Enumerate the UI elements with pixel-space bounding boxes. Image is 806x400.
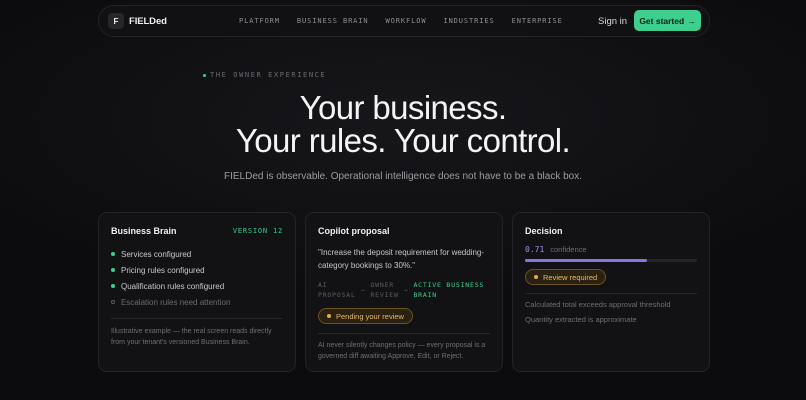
confidence-bar — [525, 259, 697, 262]
badge-label: Pending your review — [336, 311, 404, 321]
list-item-label: Escalation rules need attention — [121, 297, 231, 307]
flow-step-active-brain: ACTIVE BUSINESS BRAIN — [413, 281, 485, 299]
logo-mark: F — [108, 13, 124, 29]
confidence-value: 0.71 — [525, 245, 545, 254]
headline-line-2: Your rules. Your control. — [235, 122, 571, 159]
status-dot-icon — [111, 284, 115, 288]
nav-link-enterprise[interactable]: ENTERPRISE — [512, 17, 563, 25]
config-checklist: Services configured Pricing rules config… — [111, 246, 283, 310]
card-footnote: AI never silently changes policy — every… — [318, 342, 486, 360]
divider — [111, 318, 283, 319]
status-dot-icon — [327, 314, 331, 318]
section-eyebrow: THE OWNER EXPERIENCE — [203, 71, 326, 79]
status-dot-icon — [111, 268, 115, 272]
card-footnote: Illustrative example — the real screen r… — [111, 328, 272, 346]
nav-link-business-brain[interactable]: BUSINESS BRAIN — [297, 17, 369, 25]
get-started-label: Get started — [639, 15, 685, 26]
confidence-readout: 0.71 confidence — [525, 245, 697, 254]
decision-note: Calculated total exceeds approval thresh… — [525, 300, 671, 309]
nav-link-platform[interactable]: PLATFORM — [239, 17, 280, 25]
copilot-proposal-card: Copilot proposal "Increase the deposit r… — [305, 212, 503, 372]
arrow-right-icon: → — [403, 286, 409, 294]
get-started-button[interactable]: Get started → — [634, 10, 701, 31]
nav-link-industries[interactable]: INDUSTRIES — [443, 17, 494, 25]
divider — [525, 293, 697, 294]
top-navbar: F FIELDed PLATFORM BUSINESS BRAIN WORKFL… — [98, 5, 710, 37]
headline-line-1: Your business. — [299, 89, 507, 126]
list-item: Escalation rules need attention — [111, 294, 283, 310]
sign-in-link[interactable]: Sign in — [598, 16, 627, 27]
pending-review-badge: Pending your review — [318, 308, 413, 324]
business-brain-card: Business Brain VERSION 12 Services confi… — [98, 212, 296, 372]
pending-circle-icon — [111, 300, 115, 304]
arrow-right-icon: → — [687, 15, 696, 26]
list-item-label: Services configured — [121, 249, 192, 259]
divider — [318, 333, 490, 334]
flow-step-ai-proposal: AI PROPOSAL — [318, 281, 356, 299]
confidence-label: confidence — [550, 245, 587, 254]
status-dot-icon — [534, 275, 538, 279]
decision-notes: Calculated total exceeds approval thresh… — [525, 297, 697, 327]
card-title: Business Brain — [111, 226, 177, 236]
status-dot-icon — [111, 252, 115, 256]
hero-subtitle: FIELDed is observable. Operational intel… — [224, 171, 582, 182]
nav-links: PLATFORM BUSINESS BRAIN WORKFLOW INDUSTR… — [239, 17, 580, 25]
list-item: Qualification rules configured — [111, 278, 283, 294]
review-required-badge: Review required — [525, 269, 607, 285]
decision-card: Decision 0.71 confidence Review required… — [512, 212, 710, 372]
logo[interactable]: F FIELDed — [108, 13, 167, 29]
decision-note: Quantity extracted is approximate — [525, 315, 637, 324]
proposal-quote: "Increase the deposit requirement for we… — [318, 248, 485, 270]
list-item-label: Qualification rules configured — [121, 281, 225, 291]
eyebrow-dot-icon — [203, 73, 206, 77]
version-badge: VERSION 12 — [232, 227, 283, 235]
approval-flow: AI PROPOSAL → OWNER REVIEW → ACTIVE BUSINE… — [318, 280, 490, 300]
card-title: Copilot proposal — [318, 226, 390, 236]
card-title: Decision — [525, 226, 563, 236]
brand-name: FIELDed — [129, 15, 167, 27]
confidence-bar-fill — [525, 259, 648, 262]
arrow-right-icon: → — [360, 286, 366, 294]
eyebrow-text: THE OWNER EXPERIENCE — [210, 71, 327, 79]
nav-link-workflow[interactable]: WORKFLOW — [386, 17, 427, 25]
list-item: Services configured — [111, 246, 283, 262]
list-item-label: Pricing rules configured — [121, 265, 205, 275]
flow-step-owner-review: OWNER REVIEW — [370, 281, 399, 299]
list-item: Pricing rules configured — [111, 262, 283, 278]
badge-label: Review required — [543, 272, 598, 282]
